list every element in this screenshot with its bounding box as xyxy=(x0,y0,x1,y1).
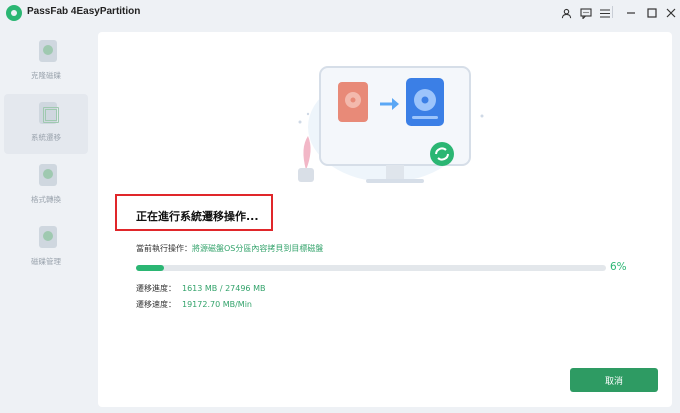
app-title: PassFab 4EasyPartition xyxy=(27,6,141,17)
disk-clone-icon xyxy=(39,40,57,62)
sidebar-item-system-migrate[interactable]: 系統遷移 xyxy=(4,94,88,154)
status-title: 正在進行系統遷移操作... xyxy=(136,210,259,223)
speed-label: 遷移速度： xyxy=(136,300,176,309)
maximize-icon[interactable] xyxy=(643,4,661,22)
title-bar: PassFab 4EasyPartition xyxy=(0,0,680,26)
format-convert-icon xyxy=(39,164,57,186)
account-icon[interactable] xyxy=(557,4,575,22)
progress-bar xyxy=(136,265,606,271)
migration-illustration xyxy=(288,52,498,202)
close-icon[interactable] xyxy=(662,4,680,22)
cancel-button[interactable]: 取消 xyxy=(570,368,658,392)
migrated-value: 1613 MB / 27496 MB xyxy=(182,284,266,293)
migrated-label: 遷移進度： xyxy=(136,284,176,293)
speed-value: 19172.70 MB/Min xyxy=(182,300,252,309)
minimize-icon[interactable] xyxy=(622,4,640,22)
sidebar-item-label: 格式轉換 xyxy=(31,195,61,204)
sidebar-item-disk-manage[interactable]: 磁碟管理 xyxy=(4,218,88,278)
sidebar-item-disk-clone[interactable]: 克隆磁碟 xyxy=(4,32,88,92)
migration-speed-row: 遷移速度： 19172.70 MB/Min xyxy=(136,299,252,310)
sidebar-item-label: 克隆磁碟 xyxy=(31,71,61,80)
sidebar-item-format-convert[interactable]: 格式轉換 xyxy=(4,156,88,216)
sidebar-item-label: 磁碟管理 xyxy=(31,257,61,266)
sidebar-item-label: 系統遷移 xyxy=(31,133,61,142)
system-migrate-icon xyxy=(39,102,59,124)
progress-percent: 6% xyxy=(610,261,627,273)
titlebar-divider xyxy=(612,6,613,18)
sidebar: 克隆磁碟 系統遷移 格式轉換 磁碟管理 xyxy=(0,26,96,413)
app-logo-icon xyxy=(6,5,22,21)
feedback-icon[interactable] xyxy=(577,4,595,22)
migrated-progress-row: 遷移進度： 1613 MB / 27496 MB xyxy=(136,283,265,294)
main-panel: 正在進行系統遷移操作... 當前執行操作：將源磁盤OS分區內容拷貝到目標磁盤 6… xyxy=(98,32,672,407)
monitor-illustration-icon xyxy=(298,66,484,183)
progress-bar-fill xyxy=(136,265,165,271)
current-operation: 當前執行操作：將源磁盤OS分區內容拷貝到目標磁盤 xyxy=(136,243,323,254)
disk-manage-icon xyxy=(39,226,57,248)
current-operation-value: 將源磁盤OS分區內容拷貝到目標磁盤 xyxy=(192,244,324,253)
current-operation-label: 當前執行操作： xyxy=(136,244,192,253)
